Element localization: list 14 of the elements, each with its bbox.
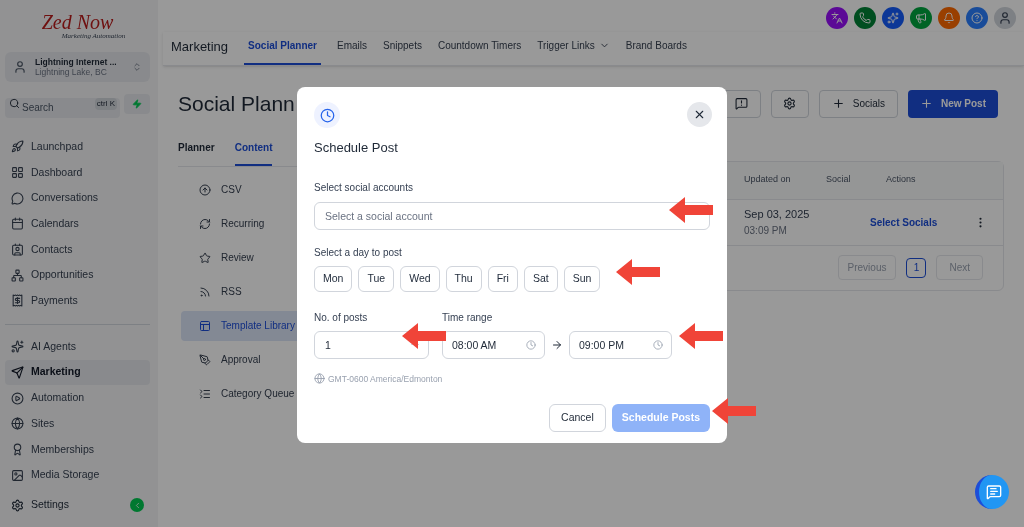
shortcut-badge: ctrl K xyxy=(94,98,117,110)
field-label: Select a day to post xyxy=(314,245,403,260)
column-header: Updated on xyxy=(743,173,792,187)
field-label: Select social accounts xyxy=(314,180,414,195)
table-cell-text: Sep 03, 2025 xyxy=(744,207,811,223)
field-label: Time range xyxy=(442,310,494,325)
section-title: Marketing xyxy=(171,37,229,56)
timezone-label: GMT-0600 America/Edmonton xyxy=(328,372,443,386)
column-header: Social xyxy=(826,173,852,187)
dialog-title: Schedule Post xyxy=(314,139,399,157)
column-header: Actions xyxy=(886,173,916,187)
table-cell-text: 03:09 PM xyxy=(744,223,788,238)
logo-name: Zed Now xyxy=(41,12,114,32)
page-title: Social Plann xyxy=(178,91,295,117)
